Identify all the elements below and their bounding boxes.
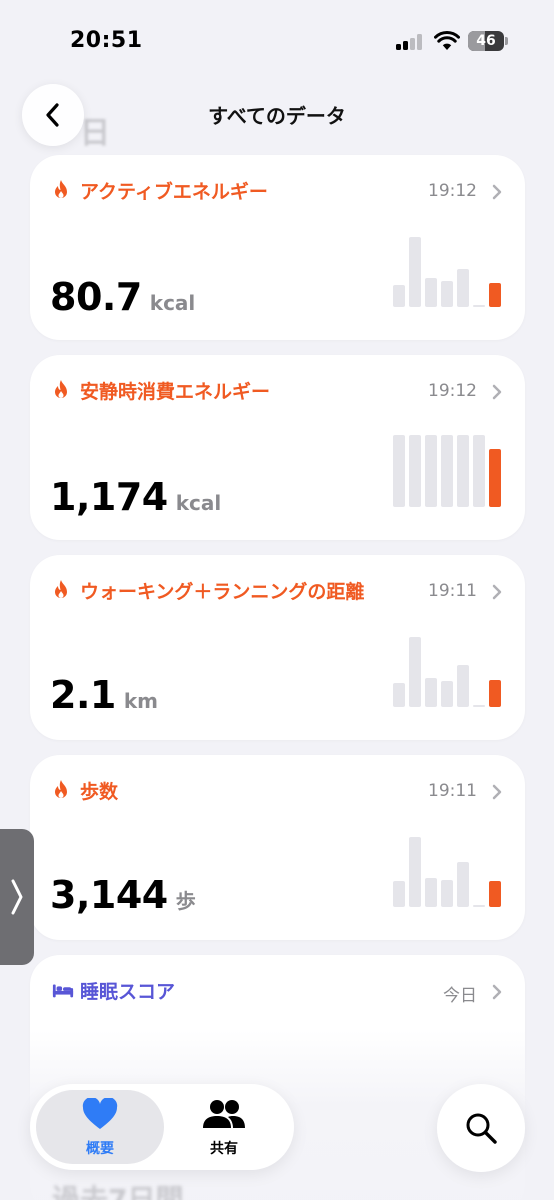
card-title: ウォーキング＋ランニングの距離 [80,580,365,603]
card-timestamp: 19:11 [428,581,477,601]
card-unit: kcal [175,491,222,515]
flame-icon [52,778,74,802]
chart-bar [473,435,485,507]
card-timestamp: 19:11 [428,781,477,801]
battery-indicator: 46 [468,31,504,51]
chart-bar [441,879,453,907]
chart-bar [489,283,501,307]
mini-bar-chart [393,627,503,707]
chart-bar [489,679,501,707]
chart-bar [489,881,501,907]
heart-icon [82,1097,118,1129]
chart-bar [409,435,421,507]
chart-bar [441,680,453,707]
mini-bar-chart [393,827,503,907]
card-unit: 歩 [175,889,196,913]
flame-icon [52,378,74,402]
card-value: 80.7 [50,275,142,319]
chart-bar [425,435,437,507]
card-title: 睡眠スコア [80,980,176,1003]
chart-bar [457,664,469,707]
chart-bar [441,435,453,507]
chevron-right-icon [492,984,502,1000]
chevron-right-icon [492,784,502,800]
page-title: すべてのデータ [208,104,346,128]
card-unit: kcal [149,291,196,315]
side-panel-handle[interactable] [0,829,34,965]
people-icon [203,1100,245,1128]
flame-icon [52,178,74,202]
chart-bar [425,878,437,907]
card-resting-energy[interactable]: 安静時消費エネルギー 19:12 1,174 kcal [30,355,525,540]
card-timestamp: 今日 [443,986,477,1006]
chart-bar [457,435,469,507]
chart-bar [393,435,405,507]
chart-bar [409,236,421,307]
tab-label: 共有 [210,1141,238,1157]
chart-bar [393,683,405,707]
card-walking-running-distance[interactable]: ウォーキング＋ランニングの距離 19:11 2.1 km [30,555,525,740]
card-timestamp: 19:12 [428,381,477,401]
tab-bar: 概要 共有 [30,1084,294,1170]
card-timestamp: 19:12 [428,181,477,201]
chart-bar [473,904,485,907]
battery-level: 46 [476,33,496,49]
card-title: アクティブエネルギー [80,180,268,203]
chart-bar [393,284,405,307]
wifi-icon [434,31,460,50]
chart-bar [393,881,405,907]
mini-bar-chart [393,427,503,507]
obscured-section-title: 過去7日間 [52,1183,184,1200]
chart-bar [489,448,501,507]
status-bar: 20:51 46 [0,0,554,80]
chart-bar [409,836,421,907]
search-button[interactable] [437,1084,525,1172]
tab-label: 概要 [86,1141,114,1157]
status-time: 20:51 [70,28,143,53]
tab-overview[interactable]: 概要 [50,1097,150,1158]
bed-icon [52,978,74,1002]
chevron-right-icon [492,384,502,400]
chart-bar [457,862,469,907]
mini-bar-chart [393,227,503,307]
tab-sharing[interactable]: 共有 [174,1098,274,1158]
card-title: 安静時消費エネルギー [80,380,271,403]
chart-bar [409,636,421,707]
chevron-right-icon [11,879,23,915]
flame-icon [52,578,74,602]
chevron-right-icon [492,184,502,200]
card-value: 2.1 [50,673,116,717]
chart-bar [425,278,437,307]
chart-bar [473,304,485,307]
cellular-signal-icon [396,34,424,50]
battery-cap [505,37,508,45]
card-steps[interactable]: 歩数 19:11 3,144 歩 [30,755,525,940]
card-title: 歩数 [80,780,119,803]
card-value: 1,174 [50,475,168,519]
search-icon [466,1113,497,1144]
chart-bar [441,281,453,307]
card-value: 3,144 [50,873,168,917]
chart-bar [473,704,485,707]
chart-bar [457,268,469,307]
chart-bar [425,678,437,707]
card-unit: km [123,689,158,713]
chevron-right-icon [492,584,502,600]
card-active-energy[interactable]: アクティブエネルギー 19:12 80.7 kcal [30,155,525,340]
